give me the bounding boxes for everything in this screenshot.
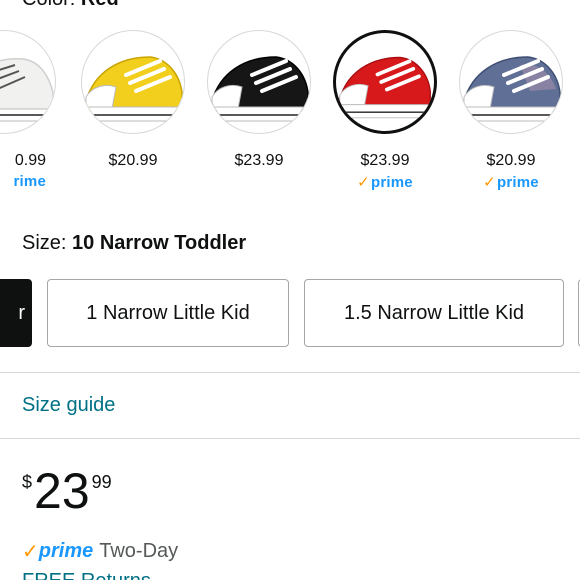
- divider: [0, 372, 580, 373]
- prime-delivery: ✓ prime Two-Day: [22, 539, 178, 564]
- prime-delivery-text: Two-Day: [99, 540, 179, 562]
- prime-check-icon: ✓: [357, 174, 370, 191]
- prime-check-icon: ✓: [22, 541, 39, 563]
- swatch-white-price: 0.99: [14, 152, 46, 169]
- swatch-yellow-price: $20.99: [108, 152, 158, 169]
- color-label: Color:: [22, 0, 81, 10]
- price-fraction: 99: [91, 472, 112, 492]
- size-label: Size:: [22, 232, 73, 254]
- swatch-yellow-image: [81, 30, 185, 134]
- swatch-denim-image: [459, 30, 563, 134]
- swatch-denim-prime-label: prime: [496, 174, 539, 191]
- size-option-1-5-narrow-little-kid[interactable]: 1.5 Narrow Little Kid: [304, 279, 564, 347]
- price-symbol: $: [22, 472, 33, 492]
- color-heading: Color: Red: [22, 0, 119, 11]
- product-options-page: Color: Red 0.99 rime $20.99: [0, 0, 580, 580]
- swatch-red-prime: ✓prime: [333, 173, 437, 191]
- prime-check-icon: ✓: [483, 174, 496, 191]
- swatch-denim-prime: ✓prime: [459, 173, 563, 191]
- swatch-black-image: [207, 30, 311, 134]
- swatch-black[interactable]: $23.99: [207, 30, 311, 170]
- size-option-selected[interactable]: r: [0, 279, 32, 347]
- swatch-white-prime: rime: [13, 173, 46, 190]
- swatch-red-image: [333, 30, 437, 134]
- size-heading: Size: 10 Narrow Toddler: [22, 232, 246, 255]
- price-whole: 23: [34, 463, 90, 519]
- price: $ 23 99: [22, 466, 112, 516]
- swatch-yellow[interactable]: $20.99: [81, 30, 185, 170]
- swatch-red-price: $23.99: [360, 152, 410, 169]
- swatch-denim-price: $20.99: [486, 152, 536, 169]
- swatch-denim[interactable]: $20.99 ✓prime: [459, 30, 563, 191]
- swatch-red[interactable]: $23.99 ✓prime: [333, 30, 437, 191]
- prime-logo: prime: [38, 540, 94, 562]
- size-option-1-narrow-little-kid[interactable]: 1 Narrow Little Kid: [47, 279, 289, 347]
- size-guide-link[interactable]: Size guide: [22, 394, 115, 417]
- size-value: 10 Narrow Toddler: [72, 232, 247, 254]
- swatch-white-image: [0, 30, 56, 134]
- swatch-black-price: $23.99: [234, 152, 284, 169]
- swatch-white[interactable]: 0.99 rime: [0, 30, 56, 190]
- color-value: Red: [81, 0, 119, 10]
- divider: [0, 438, 580, 439]
- free-returns-link[interactable]: FREE Returns: [22, 570, 151, 580]
- swatch-red-prime-label: prime: [370, 174, 413, 191]
